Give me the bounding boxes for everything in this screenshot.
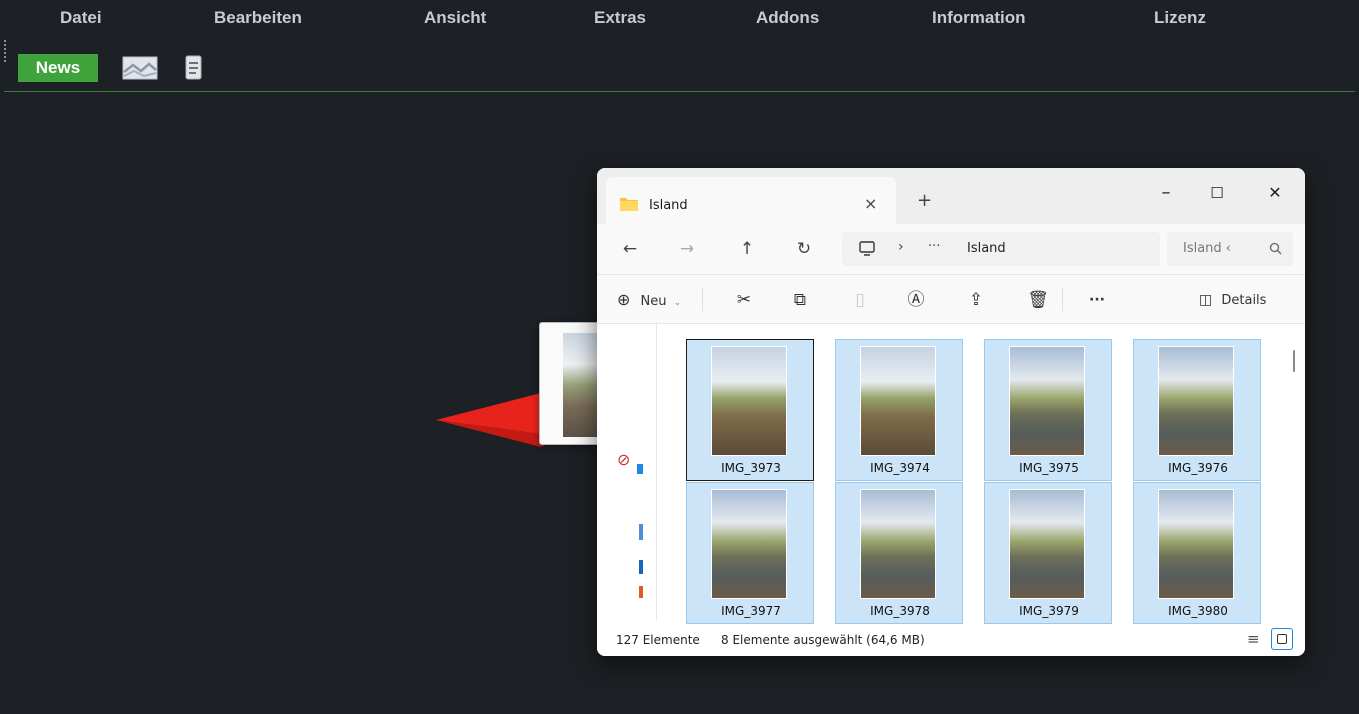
new-button-label: Neu bbox=[640, 294, 667, 309]
file-name: IMG_3973 bbox=[721, 461, 781, 475]
folder-icon bbox=[619, 196, 639, 216]
nav-item-fragment bbox=[639, 524, 643, 540]
menu-bar: Datei Bearbeiten Ansicht Extras Addons I… bbox=[4, 8, 1355, 42]
refresh-icon[interactable]: ↻ bbox=[789, 236, 819, 262]
tab-island[interactable]: Island × bbox=[606, 177, 896, 224]
thumbnail-view-icon[interactable] bbox=[1271, 628, 1293, 650]
file-name: IMG_3979 bbox=[1019, 604, 1079, 618]
landscape-image-icon[interactable] bbox=[122, 55, 160, 88]
maximize-button[interactable]: ☐ bbox=[1194, 176, 1240, 210]
news-button[interactable]: News bbox=[18, 54, 98, 82]
status-bar: 127 Elemente 8 Elemente ausgewählt (64,6… bbox=[597, 624, 1305, 656]
details-pane-icon: ◫ bbox=[1199, 292, 1213, 308]
paste-icon[interactable]: ▯ bbox=[847, 288, 873, 312]
file-thumbnail bbox=[711, 489, 787, 599]
file-name: IMG_3978 bbox=[870, 604, 930, 618]
thumbnail-view-glyph bbox=[1277, 634, 1287, 644]
path-overflow-button[interactable]: ··· bbox=[928, 239, 940, 254]
file-item[interactable]: IMG_3973 bbox=[686, 339, 814, 481]
search-icon bbox=[1269, 242, 1282, 259]
chevron-down-icon: ⌄ bbox=[673, 298, 682, 308]
minimize-button[interactable]: – bbox=[1143, 176, 1189, 210]
file-thumbnail bbox=[860, 346, 936, 456]
file-item[interactable]: IMG_3974 bbox=[835, 339, 963, 481]
search-placeholder: Island ‹ bbox=[1183, 241, 1232, 256]
cut-icon[interactable]: ✂ bbox=[731, 288, 757, 312]
more-options-button[interactable]: ··· bbox=[1082, 288, 1112, 312]
menu-ansicht[interactable]: Ansicht bbox=[424, 8, 486, 30]
command-bar: ⊕ Neu ⌄ ✂ ⧉ ▯ Ⓐ ⇪ 🗑 ··· ◫ Details bbox=[597, 274, 1305, 324]
list-view-icon[interactable]: ≡ bbox=[1247, 630, 1260, 648]
file-name: IMG_3976 bbox=[1168, 461, 1228, 475]
file-grid: IMG_3973 IMG_3974 IMG_3975 IMG_3976 IMG_… bbox=[677, 334, 1281, 624]
file-item[interactable]: IMG_3976 bbox=[1133, 339, 1261, 481]
scrollbar-thumb[interactable] bbox=[1293, 350, 1295, 372]
delete-icon[interactable]: 🗑 bbox=[1025, 288, 1051, 312]
vertical-scrollbar[interactable] bbox=[1291, 334, 1299, 624]
item-count: 127 Elemente bbox=[616, 633, 700, 647]
menu-datei[interactable]: Datei bbox=[60, 8, 102, 30]
file-item[interactable]: IMG_3975 bbox=[984, 339, 1112, 481]
menu-lizenz[interactable]: Lizenz bbox=[1154, 8, 1206, 30]
blocked-icon: ⊘ bbox=[617, 450, 631, 469]
file-thumbnail bbox=[1158, 346, 1234, 456]
tab-title: Island bbox=[649, 198, 688, 213]
selection-info: 8 Elemente ausgewählt (64,6 MB) bbox=[721, 633, 925, 647]
file-thumbnail bbox=[1009, 346, 1085, 456]
copy-icon[interactable]: ⧉ bbox=[787, 288, 813, 312]
file-item[interactable]: IMG_3978 bbox=[835, 482, 963, 624]
new-button[interactable]: ⊕ Neu ⌄ bbox=[617, 288, 697, 312]
back-arrow-icon[interactable]: ← bbox=[615, 236, 645, 262]
menu-information[interactable]: Information bbox=[932, 8, 1026, 30]
nav-item-fragment bbox=[639, 586, 643, 598]
details-pane-button[interactable]: ◫ Details bbox=[1199, 288, 1289, 312]
rename-icon[interactable]: Ⓐ bbox=[903, 288, 929, 312]
menu-extras[interactable]: Extras bbox=[594, 8, 646, 30]
path-field[interactable]: › ··· Island bbox=[842, 232, 1160, 266]
file-name: IMG_3977 bbox=[721, 604, 781, 618]
address-bar: ← → ↑ ↻ › ··· Island Island ‹ bbox=[597, 224, 1305, 274]
app-toolbar: News bbox=[4, 48, 1355, 92]
file-item[interactable]: IMG_3977 bbox=[686, 482, 814, 624]
share-icon[interactable]: ⇪ bbox=[963, 288, 989, 312]
up-arrow-icon[interactable]: ↑ bbox=[732, 236, 762, 262]
divider bbox=[702, 287, 703, 311]
plus-circle-icon: ⊕ bbox=[617, 290, 631, 309]
title-bar: Island × + – ☐ ✕ bbox=[597, 168, 1305, 224]
path-separator: › bbox=[898, 239, 904, 255]
close-window-button[interactable]: ✕ bbox=[1252, 176, 1298, 210]
close-tab-icon[interactable]: × bbox=[864, 194, 877, 213]
navigation-pane[interactable]: ⊘ bbox=[597, 324, 657, 620]
file-item[interactable]: IMG_3979 bbox=[984, 482, 1112, 624]
file-thumbnail bbox=[1158, 489, 1234, 599]
divider bbox=[1062, 287, 1063, 311]
file-explorer-window: Island × + – ☐ ✕ ← → ↑ ↻ › ··· Island Is… bbox=[597, 168, 1305, 656]
document-icon[interactable] bbox=[184, 54, 204, 87]
search-input[interactable]: Island ‹ bbox=[1167, 232, 1293, 266]
nav-item-fragment bbox=[637, 464, 643, 474]
breadcrumb-island[interactable]: Island bbox=[967, 241, 1006, 256]
monitor-icon bbox=[858, 240, 876, 262]
file-name: IMG_3974 bbox=[870, 461, 930, 475]
file-name: IMG_3980 bbox=[1168, 604, 1228, 618]
file-thumbnail bbox=[860, 489, 936, 599]
details-label: Details bbox=[1221, 293, 1267, 308]
nav-item-fragment bbox=[639, 560, 643, 574]
file-name: IMG_3975 bbox=[1019, 461, 1079, 475]
file-thumbnail bbox=[1009, 489, 1085, 599]
forward-arrow-icon[interactable]: → bbox=[672, 236, 702, 262]
file-item[interactable]: IMG_3980 bbox=[1133, 482, 1261, 624]
menu-bearbeiten[interactable]: Bearbeiten bbox=[214, 8, 302, 30]
menu-addons[interactable]: Addons bbox=[756, 8, 819, 30]
new-tab-button[interactable]: + bbox=[917, 190, 932, 211]
file-thumbnail bbox=[711, 346, 787, 456]
